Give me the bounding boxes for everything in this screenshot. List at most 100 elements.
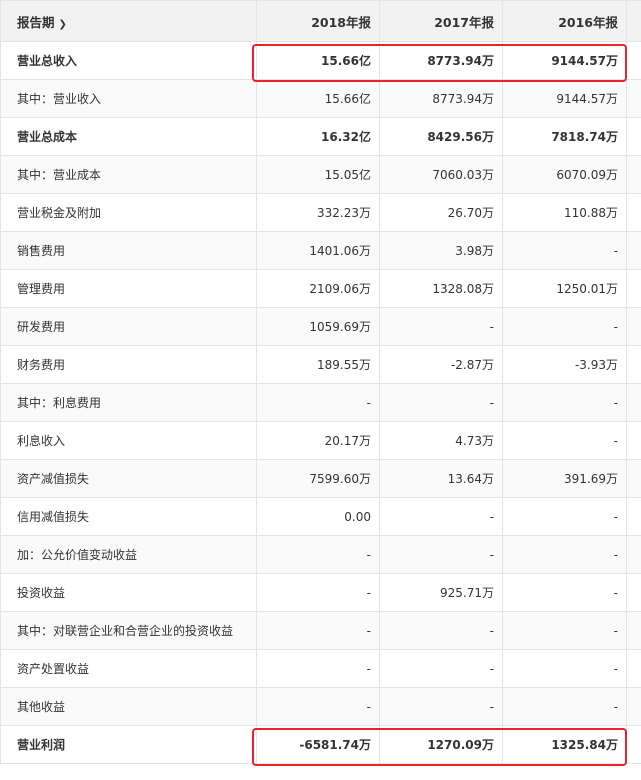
cell-2016: - (502, 611, 627, 650)
cell-2017: - (379, 497, 503, 536)
income-statement-table: 报告期 ❯ 2018年报 2017年报 2016年报 营业总收入 15.66亿 877… (0, 0, 641, 764)
cell-2017: - (379, 383, 503, 422)
table-row: 其他收益 - - - (0, 687, 641, 726)
cell-2016: 9144.57万 (502, 79, 627, 118)
table-row: 研发费用 1059.69万 - - (0, 307, 641, 346)
table-row: 加：公允价值变动收益 - - - (0, 535, 641, 574)
row-edge (626, 155, 641, 194)
row-label: 财务费用 (0, 345, 257, 384)
cell-2016: -3.93万 (502, 345, 627, 384)
cell-2017: 3.98万 (379, 231, 503, 270)
row-edge (626, 497, 641, 536)
cell-2016: - (502, 687, 627, 726)
cell-2018: - (256, 573, 380, 612)
row-edge (626, 231, 641, 270)
cell-2016: 110.88万 (502, 193, 627, 232)
row-label: 研发费用 (0, 307, 257, 346)
row-label: 加：公允价值变动收益 (0, 535, 257, 574)
table-row: 投资收益 -925.71万 - (0, 573, 641, 612)
cell-2016: - (502, 497, 627, 536)
cell-2016: - (502, 535, 627, 574)
cell-2016: 391.69万 (502, 459, 627, 498)
cell-2017: 8773.94万 (379, 41, 503, 80)
table-row: 资产减值损失 7599.60万 13.64万 391.69万 (0, 459, 641, 498)
cell-2018: 15.05亿 (256, 155, 380, 194)
cell-2018: - (256, 383, 380, 422)
row-edge (626, 421, 641, 460)
row-edge (626, 41, 641, 80)
table-row: 其中：营业收入 15.66亿 8773.94万 9144.57万 (0, 79, 641, 118)
row-edge (626, 117, 641, 156)
cell-2018: - (256, 535, 380, 574)
table-row: 资产处置收益 - - - (0, 649, 641, 688)
cell-2018: - (256, 649, 380, 688)
row-edge (626, 459, 641, 498)
cell-2017: 1270.09万 (379, 725, 503, 764)
cell-2017: 7060.03万 (379, 155, 503, 194)
table-row: 营业总成本 16.32亿 8429.56万 7818.74万 (0, 117, 641, 156)
cell-2017: 4.73万 (379, 421, 503, 460)
cell-2016: 1250.01万 (502, 269, 627, 308)
row-edge (626, 535, 641, 574)
column-header-2018[interactable]: 2018年报 (256, 0, 380, 42)
row-edge (626, 79, 641, 118)
row-label: 资产处置收益 (0, 649, 257, 688)
cell-2018: 332.23万 (256, 193, 380, 232)
table-row: 管理费用 2109.06万 1328.08万 1250.01万 (0, 269, 641, 308)
cell-2016: 7818.74万 (502, 117, 627, 156)
cell-2018: 16.32亿 (256, 117, 380, 156)
cell-2017: 925.71万 (379, 573, 503, 612)
row-label: 信用减值损失 (0, 497, 257, 536)
table-row: 其中：利息费用 - - - (0, 383, 641, 422)
cell-2017: - (379, 649, 503, 688)
row-label: 投资收益 (0, 573, 257, 612)
table-row: 信用减值损失 0.00- - (0, 497, 641, 536)
table-row: 利息收入 20.17万 4.73万 - (0, 421, 641, 460)
column-header-edge (626, 0, 641, 42)
cell-2017: 26.70万 (379, 193, 503, 232)
cell-2016: - (502, 573, 627, 612)
row-label: 利息收入 (0, 421, 257, 460)
row-label: 营业总收入 (0, 41, 257, 80)
row-edge (626, 383, 641, 422)
table-row: 营业利润 -6581.74万 1270.09万 1325.84万 (0, 725, 641, 764)
cell-2016: 6070.09万 (502, 155, 627, 194)
row-label: 营业总成本 (0, 117, 257, 156)
row-edge (626, 725, 641, 764)
cell-2016: 9144.57万 (502, 41, 627, 80)
row-label: 营业税金及附加 (0, 193, 257, 232)
row-edge (626, 573, 641, 612)
row-edge (626, 611, 641, 650)
row-label: 其中：利息费用 (0, 383, 257, 422)
table-row: 营业总收入 15.66亿 8773.94万 9144.57万 (0, 41, 641, 80)
cell-2016: - (502, 383, 627, 422)
table-header-row: 报告期 ❯ 2018年报 2017年报 2016年报 (0, 0, 641, 42)
row-edge (626, 687, 641, 726)
period-selector[interactable]: 报告期 ❯ (0, 0, 257, 42)
cell-2018: 7599.60万 (256, 459, 380, 498)
table-row: 财务费用 189.55万 -2.87万 -3.93万 (0, 345, 641, 384)
cell-2018: 189.55万 (256, 345, 380, 384)
cell-2018: 1401.06万 (256, 231, 380, 270)
cell-2017: - (379, 687, 503, 726)
cell-2018: 15.66亿 (256, 79, 380, 118)
row-label: 其中：对联营企业和合营企业的投资收益 (0, 611, 257, 650)
row-edge (626, 193, 641, 232)
cell-2017: 8429.56万 (379, 117, 503, 156)
cell-2016: - (502, 649, 627, 688)
cell-2017: -2.87万 (379, 345, 503, 384)
cell-2016: 1325.84万 (502, 725, 627, 764)
cell-2016: - (502, 231, 627, 270)
cell-2018: - (256, 611, 380, 650)
cell-2016: - (502, 307, 627, 346)
cell-2017: - (379, 535, 503, 574)
cell-2017: 8773.94万 (379, 79, 503, 118)
cell-2018: 1059.69万 (256, 307, 380, 346)
row-edge (626, 307, 641, 346)
cell-2018: 15.66亿 (256, 41, 380, 80)
column-header-2017[interactable]: 2017年报 (379, 0, 503, 42)
cell-2017: - (379, 611, 503, 650)
cell-2018: 20.17万 (256, 421, 380, 460)
column-header-2016[interactable]: 2016年报 (502, 0, 627, 42)
row-label: 营业利润 (0, 725, 257, 764)
